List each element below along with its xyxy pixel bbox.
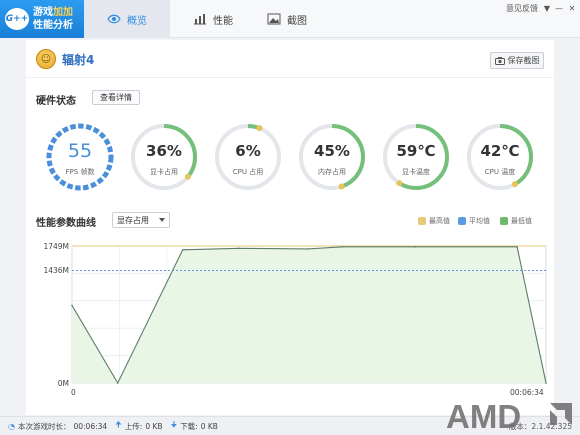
memory-data-point xyxy=(545,382,547,384)
x-tick-start: 0 xyxy=(71,388,76,397)
download-stat: 🠋 下载: 0 KB xyxy=(171,419,218,433)
memory-data-point xyxy=(306,248,309,250)
play-time: ◔ 本次游戏时长： 00:06:34 xyxy=(8,421,107,432)
menu-dropdown-button[interactable]: ▼ xyxy=(542,2,552,14)
x-tick-end: 00:06:34 xyxy=(510,388,544,397)
memory-data-point xyxy=(341,246,344,248)
clock-icon: ◔ xyxy=(8,421,15,431)
status-bar: ◔ 本次游戏时长： 00:06:34 🠉 上传: 0 KB 🠋 下载: 0 KB… xyxy=(0,416,580,435)
memory-data-point xyxy=(516,246,518,248)
tab-performance-label: 性能 xyxy=(213,15,233,27)
logo-text: 游戏加加 性能分析 xyxy=(33,6,73,32)
top-bar: G++ 游戏加加 性能分析 概览 性能 截图 意见反馈 ▼ — ✕ xyxy=(0,0,580,38)
upload-arrow-icon: 🠉 xyxy=(115,420,122,429)
tab-overview[interactable]: 概览 xyxy=(84,0,170,38)
download-label: 下载: xyxy=(180,421,198,431)
logo-line2: 性能分析 xyxy=(33,20,73,31)
download-arrow-icon: 🠋 xyxy=(170,420,178,429)
minimize-button[interactable]: — xyxy=(553,2,565,14)
y-tick-avg: 1436M xyxy=(43,266,69,275)
upload-stat: 🠉 上传: 0 KB xyxy=(115,419,162,433)
memory-data-point xyxy=(181,249,184,251)
logo-line1: 游戏 xyxy=(33,7,53,18)
memory-usage-chart xyxy=(71,245,547,385)
upload-value: 0 KB xyxy=(145,421,163,431)
feedback-link[interactable]: 意见反馈 xyxy=(504,2,540,14)
logo-badge: G++ xyxy=(5,8,29,30)
image-icon xyxy=(267,13,281,25)
memory-data-point xyxy=(71,304,73,307)
overview-panel: ☺ 辐射4 保存截图 硬件状态 查看详情 55 FPS 帧数 36% 显卡占用 … xyxy=(26,40,554,415)
upload-label: 上传: xyxy=(124,421,143,431)
bar-chart-icon xyxy=(194,14,206,25)
app-logo: G++ 游戏加加 性能分析 xyxy=(0,0,84,38)
memory-data-point xyxy=(116,382,119,384)
y-tick-max: 1749M xyxy=(43,242,69,251)
play-time-value: 00:06:34 xyxy=(73,421,108,431)
close-button[interactable]: ✕ xyxy=(566,2,578,14)
logo-line1-accent: 加加 xyxy=(53,7,73,18)
eye-icon xyxy=(107,14,121,24)
tab-screenshot[interactable]: 截图 xyxy=(244,0,330,38)
memory-data-point xyxy=(414,246,416,248)
version-label: 版本：2.1.42.325 xyxy=(508,422,572,431)
play-time-label: 本次游戏时长： xyxy=(17,421,71,431)
tab-screenshot-label: 截图 xyxy=(287,15,307,27)
download-value: 0 KB xyxy=(200,421,218,431)
tab-overview-label: 概览 xyxy=(127,15,147,27)
memory-data-point xyxy=(238,247,241,250)
y-tick-zero: 0M xyxy=(57,379,69,388)
